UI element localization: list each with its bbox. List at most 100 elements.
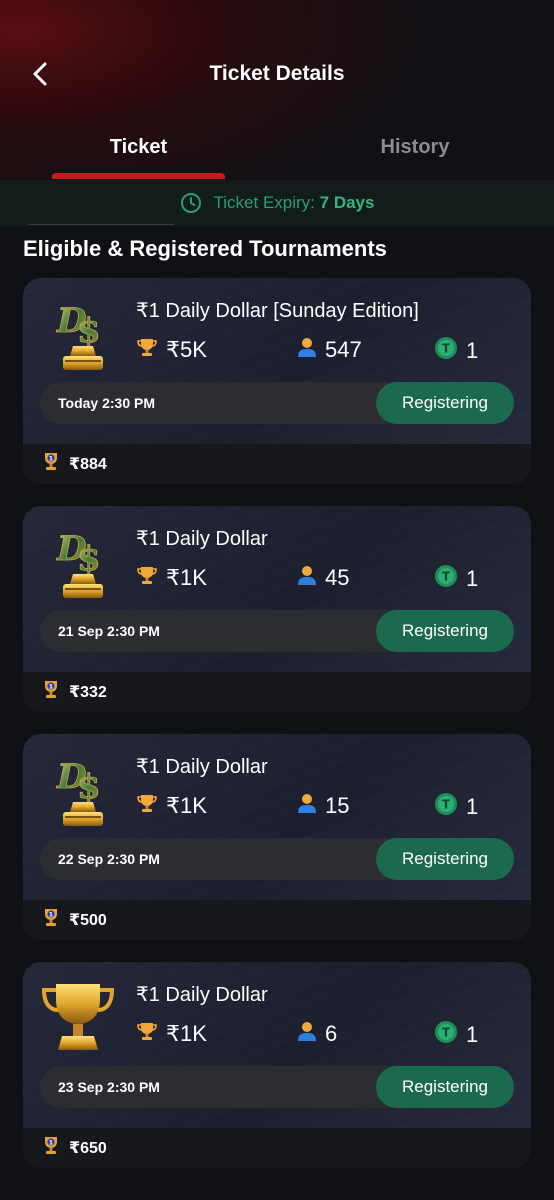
prize-value: ₹5K bbox=[166, 337, 207, 362]
card-header: D $ ₹1 Daily Dollar ₹1K 15 T 1 22 Sep 2:3… bbox=[23, 734, 531, 900]
svg-text:1: 1 bbox=[49, 911, 53, 918]
tournament-name: ₹1 Daily Dollar bbox=[136, 756, 268, 778]
svg-text:1: 1 bbox=[49, 455, 53, 462]
schedule-bar: 23 Sep 2:30 PM Registering bbox=[40, 1066, 514, 1108]
clock-icon bbox=[180, 193, 201, 213]
user-icon bbox=[297, 1020, 317, 1048]
player-count: 6 bbox=[297, 1020, 337, 1048]
svg-text:$: $ bbox=[77, 311, 101, 351]
tournament-name: ₹1 Daily Dollar bbox=[136, 528, 268, 550]
ds-trophy-icon: D $ bbox=[53, 294, 113, 374]
card-footer: 1 ₹884 bbox=[23, 444, 531, 484]
gold-cup-icon bbox=[38, 978, 118, 1058]
first-prize-value: ₹500 bbox=[69, 912, 107, 929]
tournament-card[interactable]: ₹1 Daily Dollar ₹1K 6 T 1 23 Sep 2:30 PM… bbox=[23, 962, 531, 1168]
players-value: 45 bbox=[325, 565, 350, 590]
expiry-value: 7 Days bbox=[319, 193, 375, 212]
card-header: ₹1 Daily Dollar ₹1K 6 T 1 23 Sep 2:30 PM… bbox=[23, 962, 531, 1128]
registering-button[interactable]: Registering bbox=[376, 1066, 514, 1108]
svg-text:T: T bbox=[442, 570, 451, 584]
schedule-bar: Today 2:30 PM Registering bbox=[40, 382, 514, 424]
rank-trophy-icon: 1 bbox=[41, 679, 61, 706]
ticket-coin-icon: T bbox=[434, 336, 458, 366]
tournament-card[interactable]: D $ ₹1 Daily Dollar ₹1K 45 T 1 21 Sep 2:3… bbox=[23, 506, 531, 712]
page-title: Ticket Details bbox=[209, 62, 345, 85]
registering-button[interactable]: Registering bbox=[376, 610, 514, 652]
ticket-expiry-banner: Ticket Expiry: 7 Days bbox=[0, 180, 554, 226]
ds-trophy-icon: D $ bbox=[53, 522, 113, 602]
svg-text:T: T bbox=[442, 798, 451, 812]
tickets-value: 1 bbox=[466, 1022, 479, 1047]
tickets-value: 1 bbox=[466, 794, 479, 819]
tab-ticket[interactable]: Ticket bbox=[52, 136, 225, 159]
ticket-count: T 1 bbox=[434, 336, 478, 366]
schedule-bar: 22 Sep 2:30 PM Registering bbox=[40, 838, 514, 880]
card-footer: 1 ₹332 bbox=[23, 672, 531, 712]
prize-value: ₹1K bbox=[166, 793, 207, 818]
start-time: Today 2:30 PM bbox=[58, 395, 155, 411]
rank-trophy-icon: 1 bbox=[41, 1135, 61, 1162]
first-prize-value: ₹884 bbox=[69, 456, 107, 473]
start-time: 23 Sep 2:30 PM bbox=[58, 1079, 160, 1095]
player-count: 547 bbox=[297, 336, 362, 364]
start-time: 22 Sep 2:30 PM bbox=[58, 851, 160, 867]
prize-pool: ₹1K bbox=[136, 792, 207, 820]
tab-bar: Ticket History bbox=[0, 120, 554, 180]
trophy-icon bbox=[136, 564, 158, 592]
registering-button[interactable]: Registering bbox=[376, 838, 514, 880]
svg-text:1: 1 bbox=[49, 1139, 53, 1146]
ticket-count: T 1 bbox=[434, 1020, 478, 1050]
svg-text:T: T bbox=[442, 342, 451, 356]
registering-button[interactable]: Registering bbox=[376, 382, 514, 424]
schedule-bar: 21 Sep 2:30 PM Registering bbox=[40, 610, 514, 652]
card-header: D $ ₹1 Daily Dollar [Sunday Edition] ₹5K … bbox=[23, 278, 531, 444]
trophy-icon bbox=[136, 336, 158, 364]
ds-trophy-icon: D $ bbox=[53, 750, 113, 830]
svg-text:$: $ bbox=[77, 539, 101, 579]
card-header: D $ ₹1 Daily Dollar ₹1K 45 T 1 21 Sep 2:3… bbox=[23, 506, 531, 672]
card-footer: 1 ₹650 bbox=[23, 1128, 531, 1168]
tickets-value: 1 bbox=[466, 566, 479, 591]
tournament-name: ₹1 Daily Dollar bbox=[136, 984, 268, 1006]
tab-history[interactable]: History bbox=[330, 136, 500, 159]
prize-value: ₹1K bbox=[166, 565, 207, 590]
tickets-value: 1 bbox=[466, 338, 479, 363]
user-icon bbox=[297, 792, 317, 820]
player-count: 15 bbox=[297, 792, 349, 820]
players-value: 547 bbox=[325, 337, 362, 362]
ticket-coin-icon: T bbox=[434, 1020, 458, 1050]
tournament-card[interactable]: D $ ₹1 Daily Dollar ₹1K 15 T 1 22 Sep 2:3… bbox=[23, 734, 531, 940]
tournament-card[interactable]: D $ ₹1 Daily Dollar [Sunday Edition] ₹5K … bbox=[23, 278, 531, 484]
ticket-details-page: Ticket Details Ticket History Ticket Exp… bbox=[0, 0, 554, 1200]
card-footer: 1 ₹500 bbox=[23, 900, 531, 940]
trophy-icon bbox=[136, 1020, 158, 1048]
svg-text:1: 1 bbox=[49, 683, 53, 690]
ticket-coin-icon: T bbox=[434, 564, 458, 594]
ticket-count: T 1 bbox=[434, 792, 478, 822]
svg-text:T: T bbox=[442, 1026, 451, 1040]
ticket-coin-icon: T bbox=[434, 792, 458, 822]
expiry-label: Ticket Expiry: bbox=[213, 193, 315, 212]
trophy-icon bbox=[136, 792, 158, 820]
ticket-count: T 1 bbox=[434, 564, 478, 594]
players-value: 15 bbox=[325, 793, 350, 818]
section-title: Eligible & Registered Tournaments bbox=[23, 236, 387, 261]
rank-trophy-icon: 1 bbox=[41, 907, 61, 934]
user-icon bbox=[297, 336, 317, 364]
prize-pool: ₹1K bbox=[136, 564, 207, 592]
active-tab-indicator bbox=[52, 173, 225, 179]
first-prize-value: ₹332 bbox=[69, 684, 107, 701]
header: Ticket Details bbox=[0, 0, 554, 120]
start-time: 21 Sep 2:30 PM bbox=[58, 623, 160, 639]
prize-pool: ₹5K bbox=[136, 336, 207, 364]
divider bbox=[28, 224, 174, 225]
player-count: 45 bbox=[297, 564, 349, 592]
tournament-name: ₹1 Daily Dollar [Sunday Edition] bbox=[136, 300, 419, 322]
expiry-text: Ticket Expiry: 7 Days bbox=[214, 193, 375, 213]
players-value: 6 bbox=[325, 1021, 338, 1046]
user-icon bbox=[297, 564, 317, 592]
first-prize-value: ₹650 bbox=[69, 1140, 107, 1157]
svg-text:$: $ bbox=[77, 767, 101, 807]
rank-trophy-icon: 1 bbox=[41, 451, 61, 478]
prize-value: ₹1K bbox=[166, 1021, 207, 1046]
